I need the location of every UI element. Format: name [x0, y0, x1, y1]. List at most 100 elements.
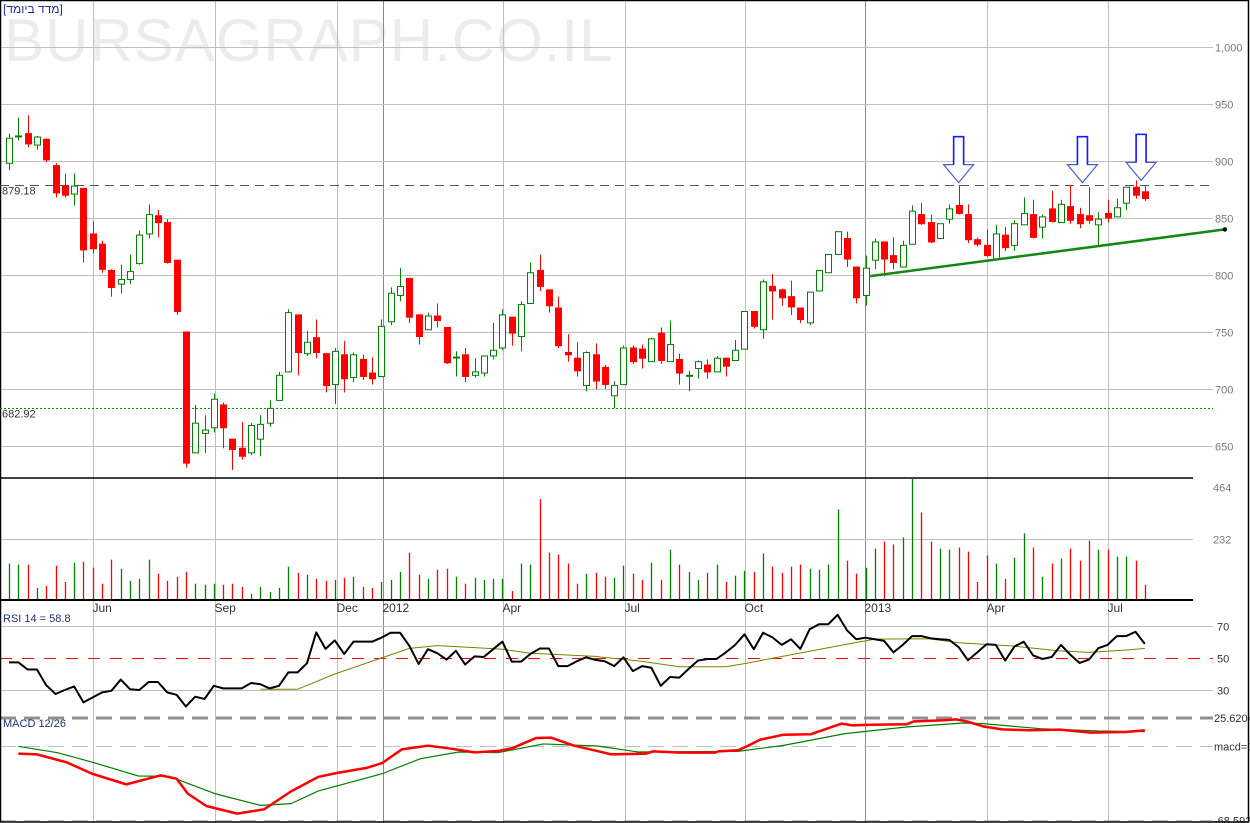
candle: [537, 254, 544, 291]
candle-body: [1142, 191, 1149, 200]
candle: [71, 173, 78, 206]
candle-body: [211, 398, 218, 429]
x-tick-label: Jun: [93, 601, 112, 615]
price-axis-label: 900: [1215, 157, 1233, 169]
candle-body: [667, 344, 674, 363]
candle-body: [928, 222, 935, 243]
candle: [43, 138, 50, 163]
down-arrow-icon: [942, 136, 975, 184]
x-tick-label: Dec: [337, 601, 358, 615]
candle: [499, 309, 506, 351]
candle: [714, 355, 721, 373]
candle: [229, 438, 236, 470]
candle: [350, 352, 357, 383]
candle-body: [313, 337, 320, 354]
candle-body: [34, 136, 41, 146]
candle-body: [62, 185, 69, 196]
level-label: 879.18: [2, 186, 36, 198]
candle: [797, 307, 804, 323]
candle: [518, 301, 525, 352]
candle-body: [732, 349, 739, 361]
candle: [956, 184, 963, 215]
candle: [1123, 186, 1130, 211]
candle: [974, 237, 981, 247]
candle: [90, 221, 97, 254]
candle: [658, 327, 665, 364]
candle-body: [90, 233, 97, 250]
candle-body: [974, 239, 981, 245]
candle-body: [267, 407, 274, 424]
candle: [1039, 214, 1046, 239]
x-tick-label: 2012: [383, 601, 410, 615]
candle: [1142, 184, 1149, 201]
candle-body: [378, 325, 385, 377]
candle-body: [1077, 214, 1084, 225]
candle: [341, 341, 348, 393]
candle-body: [779, 289, 786, 299]
chart-title: [מדד ביומד]: [3, 2, 63, 16]
candle-body: [602, 366, 609, 385]
support-trendline: [870, 228, 1226, 278]
candle-body: [872, 241, 879, 261]
candle-body: [704, 364, 711, 373]
level-label: 682.92: [2, 409, 36, 421]
candle-body: [416, 314, 423, 338]
candle: [686, 370, 693, 392]
candle: [723, 357, 730, 377]
candle: [984, 229, 991, 257]
candle: [1095, 212, 1102, 247]
candle-body: [425, 315, 432, 331]
candle: [444, 326, 451, 364]
candle: [136, 230, 143, 265]
candle: [397, 268, 404, 302]
stock-chart: Jun Sep Dec 2012 Apr Jul Oct 2013 Apr Jul 1,000 950…: [0, 0, 1250, 823]
candle-body: [593, 354, 600, 382]
candle: [378, 319, 385, 377]
candle-body: [760, 281, 767, 331]
candle: [462, 347, 469, 383]
candle: [257, 415, 264, 457]
candle: [807, 291, 814, 326]
candle-body: [881, 241, 888, 260]
candle-body: [509, 316, 516, 334]
candle: [695, 360, 702, 379]
candle-body: [1123, 186, 1130, 204]
candle-body: [583, 352, 590, 387]
candle: [15, 117, 22, 141]
candle-body: [751, 310, 758, 327]
candle-body: [639, 348, 646, 359]
candle: [6, 133, 13, 171]
candle: [25, 115, 32, 148]
macd-line: [18, 718, 1145, 815]
candle-body: [723, 357, 730, 367]
candle: [1021, 197, 1028, 226]
price-axis-label: 1,000: [1215, 43, 1243, 55]
candle-body: [183, 331, 190, 464]
candle-body: [1086, 215, 1093, 221]
candle-body: [490, 349, 497, 357]
candle-body: [630, 347, 637, 363]
candle: [546, 289, 553, 313]
candle-body: [53, 165, 60, 194]
candle: [416, 314, 423, 345]
candle-body: [1021, 212, 1028, 226]
candle-body: [462, 354, 469, 377]
candle: [34, 135, 41, 150]
candle: [323, 353, 330, 393]
candle: [741, 310, 748, 350]
candle-body: [323, 353, 330, 387]
candle: [99, 240, 106, 273]
candle-body: [853, 266, 860, 299]
candle: [593, 343, 600, 389]
candle: [155, 210, 162, 238]
candle-body: [155, 215, 162, 224]
candle: [639, 344, 646, 369]
candle-body: [71, 185, 78, 195]
rsi-line: [9, 613, 1146, 708]
macd-axis-label: 25.6204: [1214, 713, 1250, 725]
candle-body: [648, 338, 655, 363]
x-tick-label: Apr: [503, 601, 522, 615]
candle: [295, 314, 302, 376]
candle: [220, 402, 227, 449]
candle: [853, 266, 860, 304]
